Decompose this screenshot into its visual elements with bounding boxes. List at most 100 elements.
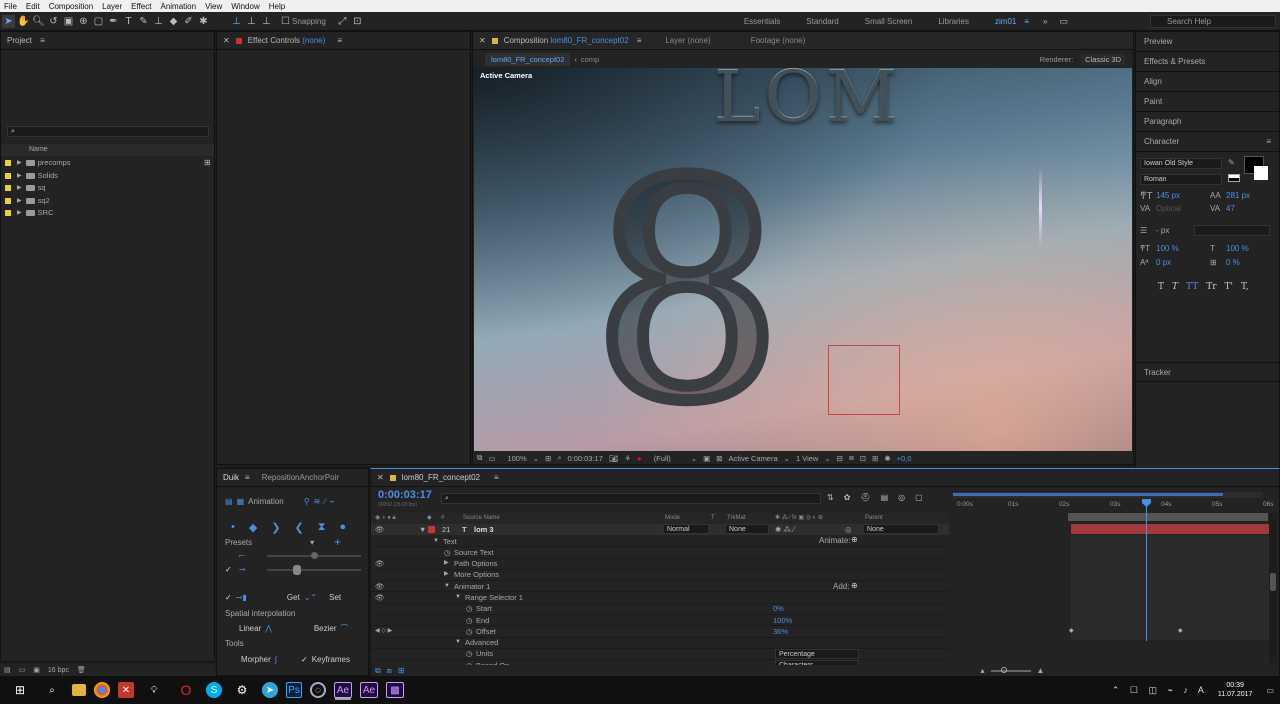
rectangle-tool-icon[interactable]: ▢: [92, 15, 105, 28]
chevron-down-icon[interactable]: ⌄: [533, 454, 539, 463]
timeline-search-input[interactable]: ⌕: [441, 493, 821, 504]
modes-toggle-icon[interactable]: ⧈: [387, 666, 392, 676]
fast-preview-icon[interactable]: ⧈: [849, 453, 854, 463]
twirl-icon[interactable]: ▶: [17, 182, 22, 195]
panel-menu-icon[interactable]: ≡: [637, 32, 642, 50]
trkmat-header[interactable]: TrkMat: [727, 513, 745, 524]
right-panel-item[interactable]: Preview: [1136, 32, 1279, 52]
property-row[interactable]: ◷ Start 0%: [371, 603, 949, 616]
morpher-icon[interactable]: ∫: [275, 655, 277, 664]
layer-name[interactable]: lom 3: [474, 524, 494, 535]
menu-edit[interactable]: Edit: [26, 2, 40, 11]
menu-help[interactable]: Help: [269, 2, 285, 11]
search-help-toggle-icon[interactable]: ▭: [1059, 16, 1068, 27]
eyedropper-icon[interactable]: ✎: [1228, 158, 1235, 167]
photoshop-icon[interactable]: Ps: [286, 682, 302, 698]
stroke-type-dropdown[interactable]: [1194, 225, 1270, 236]
stopwatch-icon[interactable]: ◷: [444, 547, 451, 558]
workspace-0[interactable]: Essentials: [744, 17, 780, 26]
workspace-menu-icon[interactable]: ≡: [1024, 17, 1029, 26]
layer-twirl-icon[interactable]: ▼: [419, 524, 426, 535]
animation-icon[interactable]: ▦: [237, 497, 245, 506]
property-value[interactable]: 0%: [773, 603, 784, 614]
set-button[interactable]: Set: [329, 593, 341, 602]
linear-icon[interactable]: ⋀: [265, 624, 272, 633]
source-name-header[interactable]: Source Name: [463, 513, 500, 524]
notifications-icon[interactable]: ▭: [1266, 686, 1274, 695]
comp-mini-flowchart-icon[interactable]: ⇅: [827, 493, 834, 502]
stopwatch-icon[interactable]: ◷: [466, 615, 473, 626]
property-row[interactable]: 👁︎ ▶ Path Options: [371, 559, 949, 570]
twirl-icon[interactable]: ▶: [17, 170, 22, 183]
influence-slider-2[interactable]: [267, 565, 361, 575]
flowchart-icon[interactable]: ⊞: [872, 454, 878, 463]
font-size-value[interactable]: 145 px: [1156, 191, 1180, 200]
type-style-button[interactable]: T: [1158, 282, 1164, 292]
lamp-icon[interactable]: 💡︎: [142, 681, 166, 699]
exposure-value[interactable]: +0,0: [897, 454, 912, 463]
zoom-tool-icon[interactable]: 🔍︎: [32, 15, 45, 28]
bpc-label[interactable]: 16 bpc: [48, 667, 69, 674]
in-out-toggle-icon[interactable]: ⊞: [398, 666, 405, 675]
app-circle-icon[interactable]: ◌: [310, 682, 326, 698]
snapshot-icon[interactable]: 📷︎: [609, 454, 619, 463]
search-help-input[interactable]: Search Help: [1150, 15, 1276, 28]
menu-animation[interactable]: Animation: [160, 2, 196, 11]
ease-graph-icon[interactable]: ⌐·: [239, 551, 246, 560]
property-row[interactable]: ◷ Units Percentage: [371, 648, 949, 661]
twirl-icon[interactable]: ▶: [444, 569, 449, 580]
check-icon[interactable]: ✓: [301, 655, 308, 664]
search-icon[interactable]: ⌕: [40, 681, 64, 699]
diamond-key-icon[interactable]: ◆: [249, 521, 257, 534]
label-swatch[interactable]: [5, 160, 11, 167]
bezier-button[interactable]: Bezier: [314, 624, 337, 633]
eraser-tool-icon[interactable]: ◆: [167, 15, 180, 28]
twirl-icon[interactable]: ▼: [444, 581, 450, 592]
playhead[interactable]: [1146, 501, 1147, 641]
comp-flow-comp[interactable]: comp: [581, 55, 599, 64]
black-white-swatches[interactable]: [1228, 174, 1240, 182]
property-row[interactable]: ◷ Source Text: [371, 547, 949, 559]
keyframe-navigator[interactable]: ◀ ◇ ▶: [375, 626, 392, 637]
layer-row[interactable]: 👁︎ ▼ 21 T lom 3 Normal None ✱ ⁂ ∕ ◎ None: [371, 524, 949, 535]
stopwatch-icon[interactable]: ◷: [466, 648, 473, 659]
current-time-display[interactable]: 0:00:03:17: [567, 454, 602, 463]
timeline-comp-tab[interactable]: lom80_FR_concept02: [402, 469, 480, 487]
presets-dropdown-arrow-icon[interactable]: ▾: [310, 538, 314, 547]
label-swatch[interactable]: [5, 185, 11, 192]
project-item[interactable]: ▶ Solids: [5, 170, 210, 183]
roto-brush-tool-icon[interactable]: ✐: [182, 15, 195, 28]
system-tray-icons[interactable]: ⌃ ☐ ◫ ⌁ ♪ A: [1112, 685, 1208, 696]
hand-tool-icon[interactable]: ✋: [17, 15, 30, 28]
pen-tool-icon[interactable]: ✒: [107, 15, 120, 28]
menu-window[interactable]: Window: [231, 2, 259, 11]
kerning-value[interactable]: Optical: [1156, 204, 1181, 213]
app-dc-icon[interactable]: ✕: [118, 682, 134, 698]
vertical-scale-value[interactable]: 100 %: [1156, 244, 1179, 253]
selection-tool-icon[interactable]: ➤: [2, 14, 15, 28]
interpret-footage-icon[interactable]: ▤: [4, 666, 11, 674]
project-search-input[interactable]: ⌕: [7, 126, 209, 137]
type-style-button[interactable]: Tr: [1206, 282, 1216, 292]
composition-viewer[interactable]: Active Camera LOM 8: [474, 68, 1132, 451]
type-style-button[interactable]: T: [1172, 282, 1178, 292]
work-area-range[interactable]: [1068, 513, 1268, 521]
twirl-icon[interactable]: ▼: [455, 592, 461, 603]
bezier-icon[interactable]: ⌒: [341, 623, 349, 634]
lock-key-icon[interactable]: ⊸▮: [236, 593, 247, 602]
property-row[interactable]: ▶ More Options: [371, 569, 949, 582]
layer-switches-toggle-icon[interactable]: ⧉: [375, 666, 381, 676]
panel-menu-icon[interactable]: ≡: [40, 36, 45, 45]
property-row[interactable]: ▼ Advanced: [371, 638, 949, 649]
timeline-icon[interactable]: ⊡: [860, 454, 866, 463]
rotate-tool-icon[interactable]: ↺: [47, 15, 60, 28]
blend-mode-dropdown[interactable]: Normal: [663, 524, 709, 534]
property-row[interactable]: ◷ End 100%: [371, 615, 949, 627]
workspace-1[interactable]: Standard: [806, 17, 838, 26]
curve-icon[interactable]: ∕: [324, 497, 325, 506]
draft-3d-icon[interactable]: ✿: [844, 493, 851, 502]
visibility-eye-icon[interactable]: 👁︎: [375, 524, 385, 535]
steam-icon[interactable]: ⚙: [230, 681, 254, 699]
keyframe-spline-icon[interactable]: ⌁: [330, 497, 335, 506]
work-area-bar[interactable]: [953, 492, 1263, 498]
